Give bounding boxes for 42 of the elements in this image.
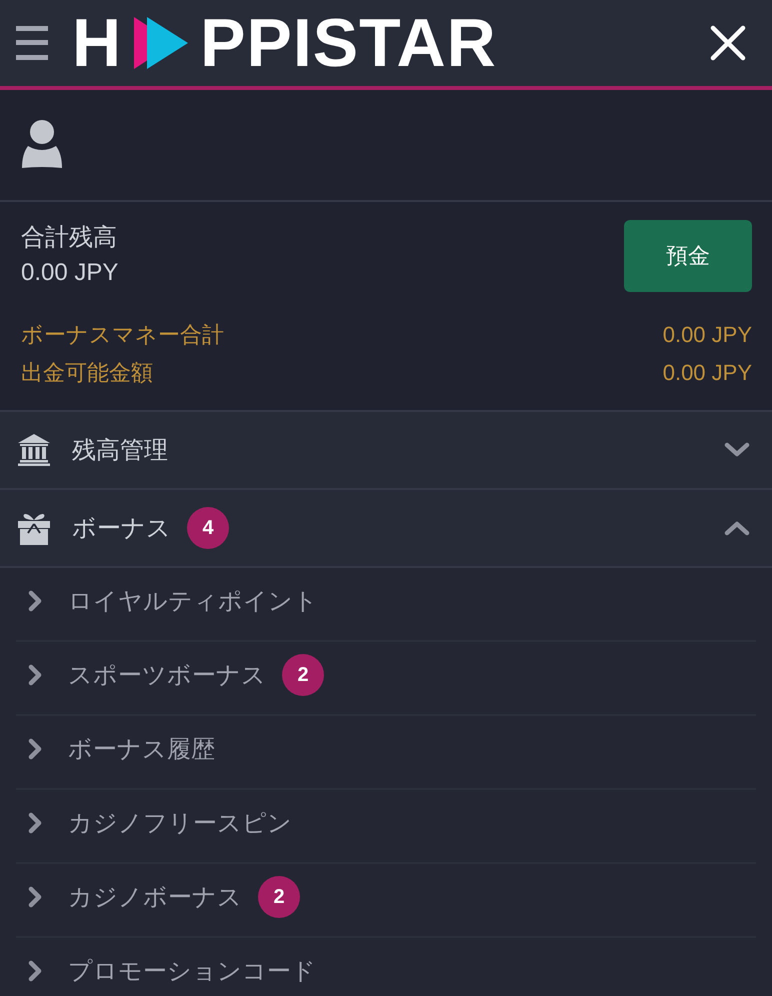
chevron-right-icon: [28, 886, 42, 908]
submenu-item[interactable]: プロモーションコード: [16, 938, 756, 996]
count-badge: 4: [187, 507, 229, 549]
count-badge: 2: [258, 876, 300, 918]
logo-text: H: [72, 9, 122, 77]
submenu-label: カジノボーナス: [68, 883, 242, 913]
accordion-header[interactable]: 残高管理: [0, 412, 772, 488]
summary-amount: 0.00 JPY: [662, 360, 752, 386]
submenu-label: ロイヤルティポイント: [68, 587, 318, 617]
submenu-item[interactable]: カジノボーナス 2: [16, 864, 756, 938]
user-icon: [22, 120, 62, 170]
deposit-button[interactable]: 預金: [624, 220, 752, 292]
summary-amount: 0.00 JPY: [662, 322, 752, 348]
submenu-label: スポーツボーナス: [68, 661, 266, 691]
count-badge: 2: [282, 654, 324, 696]
chevron-up-icon[interactable]: [724, 520, 750, 536]
submenu-item[interactable]: カジノフリースピン: [16, 790, 756, 864]
submenu-label: プロモーションコード: [68, 957, 316, 987]
play-triangles-icon: [134, 17, 188, 69]
chevron-right-icon: [28, 812, 42, 834]
bank-icon: [18, 434, 50, 466]
summary-label: ボーナスマネー合計: [21, 321, 224, 349]
chevron-right-icon: [28, 664, 42, 686]
total-balance-amount: 0.00 JPY: [21, 258, 118, 288]
accordion-title: 残高管理: [72, 436, 168, 466]
chevron-down-icon[interactable]: [724, 442, 750, 458]
total-balance-label: 合計残高: [21, 223, 118, 253]
submenu-item[interactable]: ボーナス履歴: [16, 716, 756, 790]
accordion-title: ボーナス: [72, 514, 171, 544]
submenu-item[interactable]: スポーツボーナス 2: [16, 642, 756, 716]
submenu-label: カジノフリースピン: [68, 809, 292, 839]
logo-text: PPISTAR: [200, 9, 497, 77]
submenu-item[interactable]: ロイヤルティポイント: [16, 568, 756, 642]
summary-label: 出金可能金額: [21, 359, 153, 387]
close-icon[interactable]: [710, 25, 746, 61]
accordion-header[interactable]: ボーナス 4: [0, 490, 772, 566]
menu-icon[interactable]: [16, 26, 48, 60]
submenu-label: ボーナス履歴: [68, 735, 215, 765]
chevron-right-icon: [28, 590, 42, 612]
chevron-right-icon: [28, 960, 42, 982]
chevron-right-icon: [28, 738, 42, 760]
gift-icon: [18, 511, 50, 545]
